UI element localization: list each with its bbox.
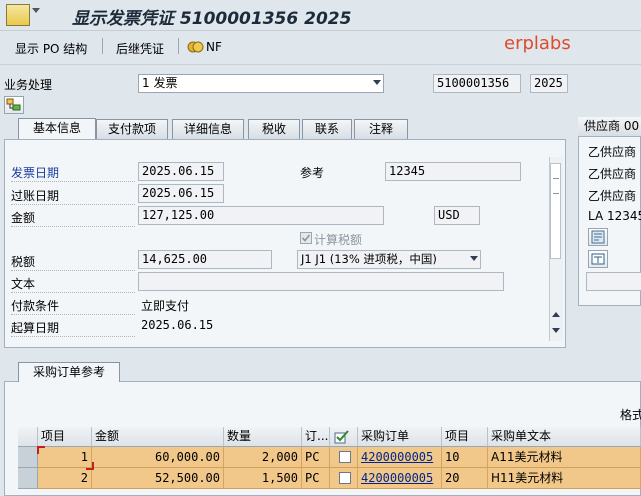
col-header-amount[interactable]: 金额 [92,427,224,447]
cell-quantity[interactable]: 2,000 [224,447,302,468]
toolbar-separator [178,38,179,54]
tax-code-select[interactable]: J1 J1 (13% 进项税，中国) [297,250,481,269]
document-number-field: 5100001356 [433,74,521,93]
window-title: 显示发票凭证 5100001356 2025 [72,9,352,29]
transaction-label: 业务处理 [4,78,53,92]
col-header-po-item[interactable]: 项目 [442,427,488,447]
document-icon [591,230,605,244]
check-icon [301,234,311,242]
chevron-down-icon[interactable] [470,256,478,261]
tax-code-value: J1 J1 (13% 进项税，中国) [301,252,437,266]
follow-on-docs-button[interactable]: 后继凭证 [116,40,164,57]
payment-terms-label: 付款条件 [11,297,135,315]
chevron-down-icon[interactable] [373,80,381,85]
currency-field: USD [434,206,480,225]
row-checkbox[interactable] [339,472,351,484]
grid-select-all[interactable] [18,427,38,447]
vendor-line: LA 12345 [588,209,641,223]
scroll-down-icon[interactable] [552,328,560,333]
cell-check [330,447,358,468]
col-header-order-unit[interactable]: 订... [302,427,330,447]
vendor-extra-field [586,272,641,291]
focus-marker [37,446,45,454]
layout-label: 格式 [620,408,641,422]
cell-unit: PC [302,468,330,489]
po-link[interactable]: 4200000005 [361,450,433,464]
tab-payment[interactable]: 支付款项 [96,119,168,139]
tab-notes[interactable]: 注释 [354,119,408,139]
tab-contact[interactable]: 联系 [302,119,352,139]
tax-label: 税额 [11,253,135,271]
col-header-check[interactable] [330,427,358,447]
cell-po-text: A11美元材料 [488,447,641,468]
cell-po-item: 10 [442,447,488,468]
po-structure-button[interactable]: 显示 PO 结构 [15,40,87,57]
cell-check [330,468,358,489]
amount-field: 127,125.00 [138,206,384,225]
scroll-up-icon[interactable] [552,312,560,317]
cell-amount[interactable]: 60,000.00 [92,447,224,468]
bank-icon [591,253,605,265]
menu-icon[interactable] [6,4,30,26]
cell-po-text: H11美元材料 [488,468,641,489]
col-header-item[interactable]: 项目 [38,427,92,447]
row-selector[interactable] [18,468,38,489]
payment-terms-value: 立即支付 [141,299,190,313]
cell-amount[interactable]: 52,500.00 [92,468,224,489]
checkbox-check-icon [334,430,349,444]
row-selector[interactable] [18,447,38,468]
calc-tax-checkbox [300,232,312,244]
cell-unit: PC [302,447,330,468]
row-checkbox[interactable] [339,451,351,463]
vendor-title: 供应商 00 [578,117,641,137]
col-header-po-text[interactable]: 采购单文本 [488,427,641,447]
cell-item: 1 [38,447,92,468]
amount-label: 金额 [11,209,135,227]
posting-date-label: 过账日期 [11,187,135,205]
reference-label: 参考 [300,166,325,180]
vendor-bank-button[interactable] [588,250,608,268]
reference-field: 12345 [385,162,521,181]
nf-button[interactable]: NF [206,40,222,54]
posting-date-field: 2025.06.15 [138,184,224,203]
tax-amount-field: 14,625.00 [138,250,272,269]
focus-marker [86,462,94,470]
col-header-po[interactable]: 采购订单 [358,427,442,447]
vendor-detail-button[interactable] [588,228,608,246]
tab-basic-info[interactable]: 基本信息 [18,118,96,140]
fiscal-year-field: 2025 [530,74,568,93]
baseline-date-label: 起算日期 [11,319,135,337]
invoice-date-label: 发票日期 [11,164,135,182]
cell-po-item: 20 [442,468,488,489]
watermark-text: erplabs [504,33,571,54]
tab-tax[interactable]: 税收 [248,119,300,139]
baseline-date-value: 2025.06.15 [141,318,214,332]
grip-icon [553,178,559,194]
invoice-date-field: 2025.06.15 [138,162,224,181]
vendor-line: 乙供应商 [588,167,637,181]
vendor-line: 乙供应商 [588,189,637,203]
tab-po-reference[interactable]: 采购订单参考 [18,362,120,382]
coins-icon[interactable] [187,40,205,54]
text-field [138,272,504,291]
transaction-value: 1 发票 [142,76,178,90]
cell-po: 4200000005 [358,447,442,468]
calc-tax-label: 计算税额 [314,233,363,247]
toolbar-separator [102,38,103,54]
vendor-line: 乙供应商 [588,145,637,159]
text-label: 文本 [11,275,135,293]
po-link[interactable]: 4200000005 [361,471,433,485]
chevron-down-icon[interactable] [32,8,40,13]
tree-toggle-button[interactable] [4,96,24,114]
cell-item: 2 [38,468,92,489]
cell-quantity[interactable]: 1,500 [224,468,302,489]
cell-po: 4200000005 [358,468,442,489]
col-header-quantity[interactable]: 数量 [224,427,302,447]
tree-icon [6,98,21,111]
tab-details[interactable]: 详细信息 [172,119,244,139]
transaction-select[interactable]: 1 发票 [138,74,384,93]
